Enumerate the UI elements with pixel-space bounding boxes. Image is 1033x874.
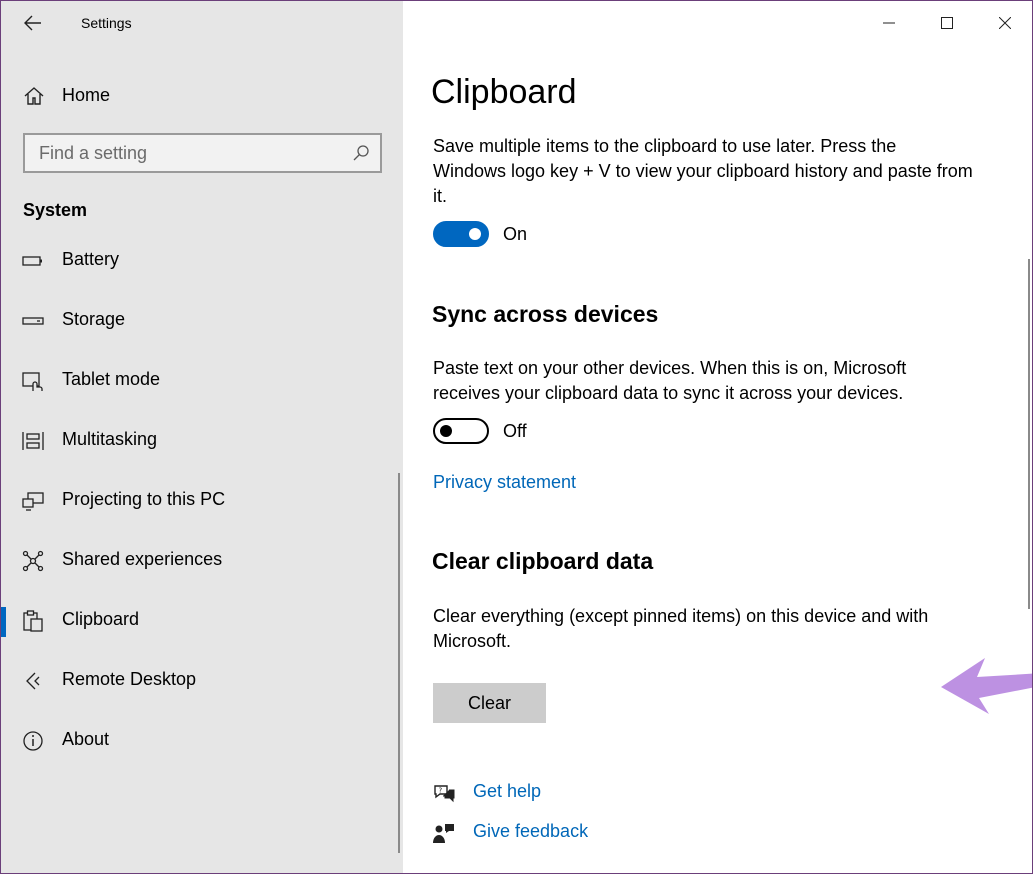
- search-icon[interactable]: [352, 144, 370, 162]
- sidebar-item-remote-desktop[interactable]: Remote Desktop: [1, 653, 403, 713]
- sidebar-scrollbar[interactable]: [398, 473, 400, 853]
- get-help-link[interactable]: Get help: [473, 781, 541, 802]
- sidebar-item-label: Battery: [62, 249, 120, 269]
- sidebar-item-label: Multitasking: [62, 429, 158, 449]
- minimize-icon: [883, 22, 895, 24]
- app-title: Settings: [81, 15, 132, 31]
- nav-list: Battery Storage Tablet mode Multitasking…: [1, 233, 403, 773]
- clipboard-history-toggle[interactable]: [433, 221, 489, 247]
- sidebar-item-shared-experiences[interactable]: Shared experiences: [1, 533, 403, 593]
- main-scrollbar[interactable]: [1028, 259, 1030, 609]
- sidebar-item-label: Tablet mode: [62, 369, 161, 389]
- info-icon: [23, 731, 43, 751]
- clipboard-history-toggle-state: On: [503, 224, 528, 244]
- toggle-knob: [469, 228, 481, 240]
- sidebar-item-label: Clipboard: [62, 609, 140, 629]
- page-title: Clipboard: [431, 73, 577, 111]
- get-help-icon: ?: [434, 785, 455, 803]
- clipboard-icon: [23, 610, 43, 632]
- sidebar-item-tablet-mode[interactable]: Tablet mode: [1, 353, 403, 413]
- sync-description: Paste text on your other devices. When t…: [433, 358, 907, 403]
- close-button[interactable]: [976, 1, 1032, 45]
- sidebar-item-label: Remote Desktop: [62, 669, 197, 689]
- give-feedback-icon: [433, 824, 454, 843]
- battery-icon: [22, 256, 42, 266]
- remote-desktop-icon: [26, 672, 40, 690]
- sidebar-item-home[interactable]: Home: [1, 75, 403, 115]
- active-indicator: [1, 607, 6, 637]
- sidebar-item-label: Storage: [62, 309, 126, 329]
- projecting-icon: [22, 492, 44, 511]
- sync-toggle-state: Off: [503, 421, 527, 441]
- give-feedback-link[interactable]: Give feedback: [473, 821, 588, 842]
- back-button[interactable]: [15, 7, 51, 39]
- sidebar-item-label: Shared experiences: [62, 549, 223, 569]
- clear-section-title: Clear clipboard data: [432, 548, 654, 574]
- tablet-mode-icon: [22, 372, 43, 391]
- search-field[interactable]: [23, 133, 382, 173]
- maximize-button[interactable]: [918, 1, 976, 45]
- get-help-row: ? Get help: [433, 780, 633, 808]
- settings-window: Settings Home System Battery: [0, 0, 1033, 874]
- sync-section-title: Sync across devices: [432, 301, 659, 327]
- section-header-system: System: [23, 200, 88, 220]
- sidebar-item-clipboard[interactable]: Clipboard: [1, 593, 403, 653]
- sidebar-item-label: About: [62, 729, 110, 749]
- sidebar-item-about[interactable]: About: [1, 713, 403, 773]
- clear-description: Clear everything (except pinned items) o…: [433, 606, 929, 651]
- title-bar: Settings: [1, 1, 403, 45]
- sidebar-item-multitasking[interactable]: Multitasking: [1, 413, 403, 473]
- toggle-knob: [440, 425, 452, 437]
- close-icon: [999, 17, 1011, 29]
- sidebar-item-label: Home: [62, 85, 111, 105]
- storage-icon: [22, 317, 44, 325]
- multitasking-icon: [22, 432, 44, 450]
- main-content: Clipboard Save multiple items to the cli…: [403, 1, 1032, 873]
- sync-toggle[interactable]: [433, 418, 489, 444]
- privacy-statement-link[interactable]: Privacy statement: [433, 472, 576, 493]
- sidebar-item-storage[interactable]: Storage: [1, 293, 403, 353]
- window-controls: [860, 1, 1032, 45]
- sidebar-item-battery[interactable]: Battery: [1, 233, 403, 293]
- maximize-icon: [941, 17, 953, 29]
- sidebar-item-label: Projecting to this PC: [62, 489, 226, 509]
- minimize-button[interactable]: [860, 1, 918, 45]
- home-icon: [24, 87, 44, 105]
- give-feedback-row: Give feedback: [433, 820, 653, 848]
- shared-experiences-icon: [22, 550, 44, 572]
- back-arrow-icon: [24, 15, 41, 31]
- sidebar-item-projecting[interactable]: Projecting to this PC: [1, 473, 403, 533]
- sidebar: Settings Home System Battery: [1, 1, 403, 873]
- annotation-arrow: [941, 658, 1032, 714]
- svg-text:?: ?: [439, 787, 443, 795]
- clear-button[interactable]: Clear: [433, 683, 546, 723]
- search-input[interactable]: [39, 142, 339, 164]
- clipboard-history-description: Save multiple items to the clipboard to …: [433, 136, 973, 206]
